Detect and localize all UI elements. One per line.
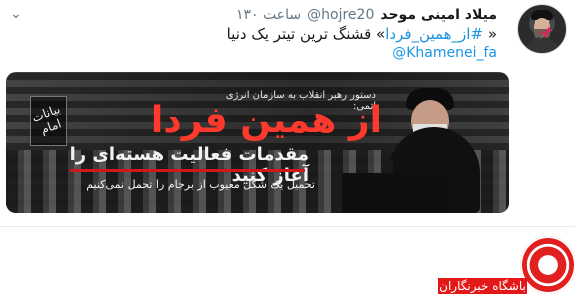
tweet-image[interactable]: بیانات امام دستور رهبر انقلاب به سازمان … (6, 72, 509, 213)
pushpin-icon (540, 26, 553, 39)
tweet-display-name[interactable]: میلاد امینی موحد (380, 7, 497, 23)
tweet-card[interactable]: ⌄ ۱۳۰ ساعت @hojre20 میلاد امینی موحد « #… (0, 0, 575, 227)
watermark-logo (520, 236, 575, 294)
microphone-icon (384, 159, 393, 174)
tweet-header: ۱۳۰ ساعت @hojre20 میلاد امینی موحد (236, 6, 497, 24)
media-logo-text: بیانات امام (30, 101, 64, 137)
speaker-desk (342, 173, 454, 213)
tweet-text: « #از_همین_فردا» قشنگ ترین تیتر یک دنیا (27, 25, 497, 44)
media-subtitle-underline (70, 169, 305, 172)
chevron-down-icon[interactable]: ⌄ (10, 6, 22, 22)
hashtag-link[interactable]: #از_همین_فردا (385, 25, 483, 43)
tweet-time[interactable]: ۱۳۰ ساعت (236, 7, 301, 23)
avatar-robe (524, 37, 560, 53)
tweet-username[interactable]: @hojre20 (307, 7, 374, 23)
mention-link[interactable]: @Khamenei_fa (392, 45, 497, 61)
media-title: از همین فردا (150, 100, 382, 141)
media-footer: تحمیل یک شکل معیوب از برجام را تحمل نمی‌… (86, 178, 315, 191)
media-logo: بیانات امام (30, 96, 67, 146)
tweet-text-suffix: » قشنگ ترین تیتر یک دنیا (226, 25, 386, 43)
tweet-text-prefix: « (483, 25, 497, 43)
watermark-label: باشگاه خبرنگاران (438, 278, 527, 294)
